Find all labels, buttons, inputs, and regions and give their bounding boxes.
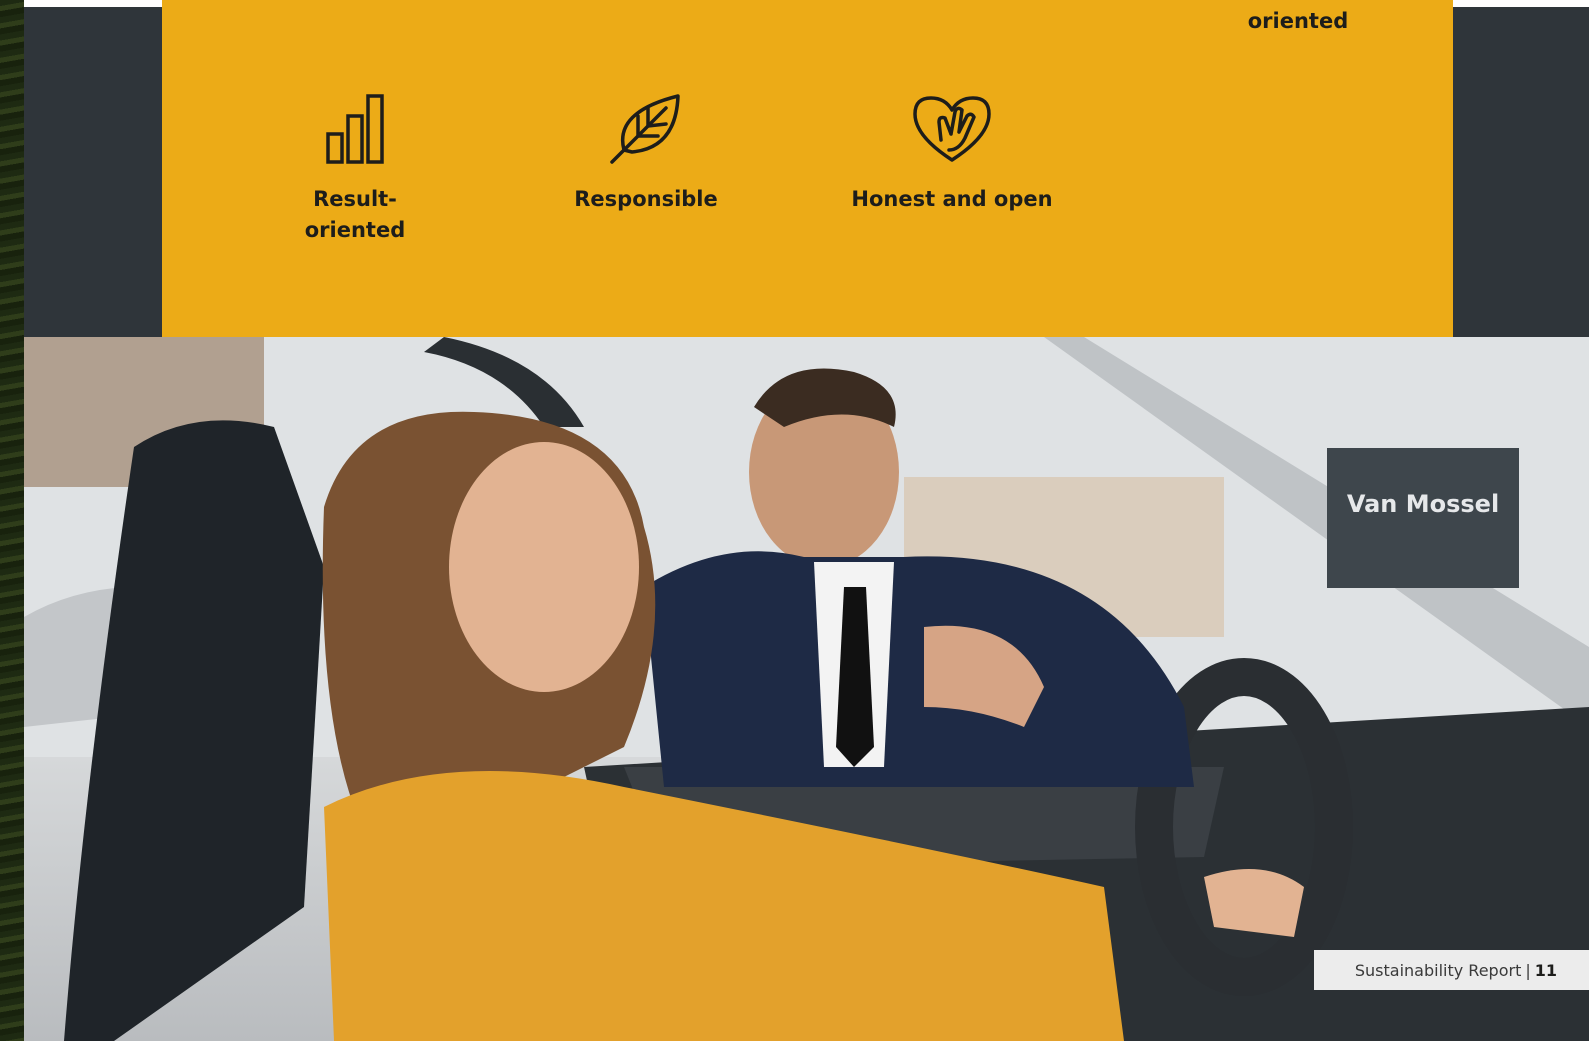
showroom-sign: Van Mossel xyxy=(1327,448,1519,588)
value-result-oriented: Result- oriented xyxy=(282,94,428,246)
value-label: Result- oriented xyxy=(304,187,406,242)
value-label: Responsible xyxy=(574,187,718,211)
value-label: Honest and open xyxy=(851,187,1053,211)
heart-hand-icon xyxy=(913,96,991,162)
leaf-icon xyxy=(610,94,680,164)
page-number: 11 xyxy=(1534,960,1557,980)
report-page: Van Mossel oriented Result- oriented Res… xyxy=(0,0,1589,1041)
values-band: oriented Result- oriented Responsible Ho xyxy=(162,0,1453,337)
report-title: Sustainability Report xyxy=(1354,960,1522,980)
page-footer: Sustainability Report | 11 xyxy=(1314,950,1589,990)
bar-chart-icon xyxy=(326,94,384,164)
value-honest-open: Honest and open xyxy=(850,94,1054,215)
footer-separator: | xyxy=(1525,960,1531,980)
value-responsible: Responsible xyxy=(566,92,726,215)
value-label-partial: oriented xyxy=(1247,9,1349,33)
showroom-sign-text: Van Mossel xyxy=(1346,490,1500,518)
foliage-strip xyxy=(0,0,24,1041)
